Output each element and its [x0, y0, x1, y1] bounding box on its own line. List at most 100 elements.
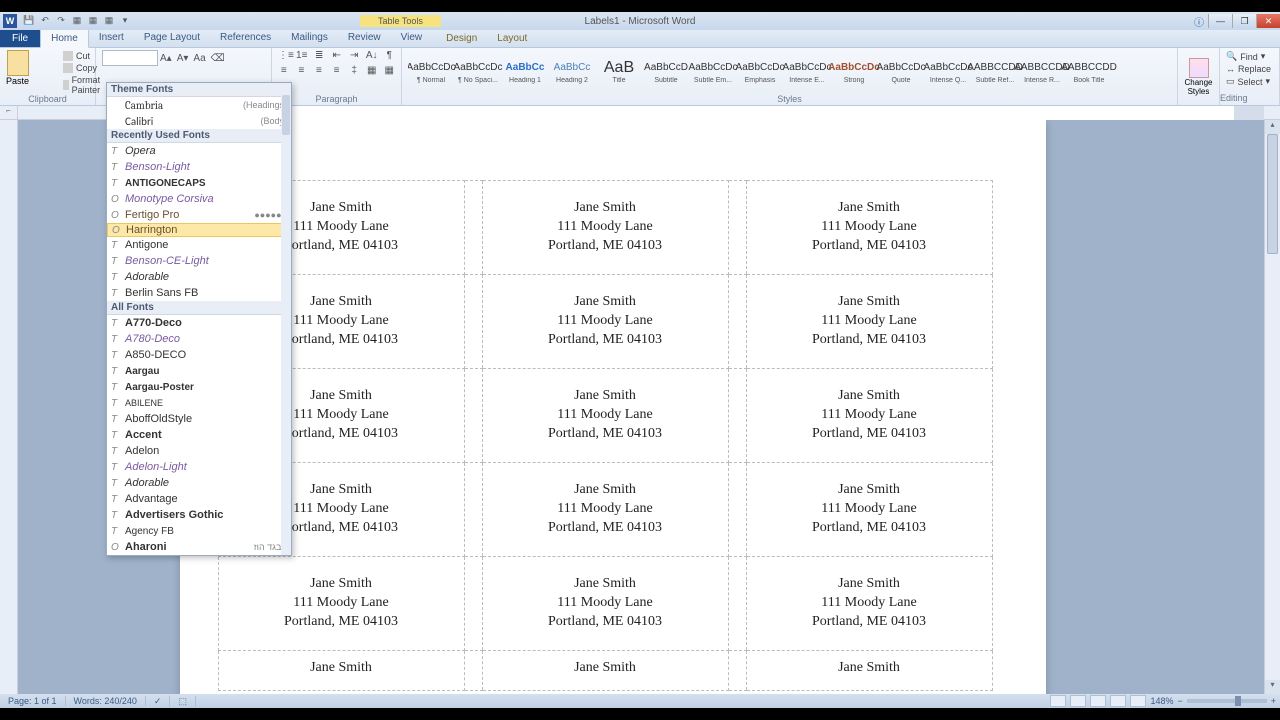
font-option[interactable]: TBenson-Light — [107, 159, 291, 175]
label-cell[interactable]: Jane Smith111 Moody LanePortland, ME 041… — [482, 369, 728, 463]
scroll-up-icon[interactable]: ▴ — [1265, 120, 1280, 134]
font-option[interactable]: TAdorable — [107, 475, 291, 491]
redo-icon[interactable]: ↷ — [55, 15, 67, 27]
tab-layout[interactable]: Layout — [487, 30, 537, 47]
shading-button[interactable]: ▦ — [366, 65, 378, 77]
bullets-button[interactable]: ⋮≡ — [278, 50, 290, 62]
file-tab[interactable]: File — [0, 30, 40, 47]
qat-icon[interactable]: ▦ — [87, 15, 99, 27]
font-option[interactable]: TA780-Deco — [107, 331, 291, 347]
replace-button[interactable]: ↔Replace — [1226, 63, 1273, 75]
word-count[interactable]: Words: 240/240 — [66, 696, 146, 706]
paste-button[interactable]: Paste — [6, 50, 29, 96]
style-item[interactable]: AABBCCDDIntense R... — [1019, 50, 1065, 92]
proofing-icon[interactable]: ✓ — [146, 696, 171, 707]
maximize-button[interactable]: ❐ — [1232, 14, 1256, 28]
font-option[interactable]: TAargau-Poster — [107, 379, 291, 395]
minimize-button[interactable]: — — [1208, 14, 1232, 28]
select-button[interactable]: ▭Select ▾ — [1226, 75, 1273, 88]
label-cell[interactable]: Jane Smith111 Moody LanePortland, ME 041… — [746, 369, 992, 463]
numbering-button[interactable]: 1≡ — [296, 50, 307, 62]
scroll-down-icon[interactable]: ▾ — [1265, 680, 1280, 694]
insert-mode[interactable]: ⬚ — [170, 696, 196, 707]
label-cell[interactable]: Jane Smith111 Moody LanePortland, ME 041… — [746, 275, 992, 369]
font-option[interactable]: TAdvantage — [107, 491, 291, 507]
zoom-level[interactable]: 148% — [1150, 696, 1173, 706]
font-option[interactable]: OAharoniאבגד הוז — [107, 539, 291, 555]
change-styles-button[interactable]: Change Styles — [1178, 48, 1220, 105]
label-cell[interactable]: Jane Smith — [746, 651, 992, 691]
borders-button[interactable]: ▦ — [383, 65, 395, 77]
label-cell[interactable]: Jane Smith111 Moody LanePortland, ME 041… — [218, 557, 464, 651]
font-option[interactable]: TABILENE — [107, 395, 291, 411]
zoom-in-button[interactable]: + — [1271, 696, 1276, 706]
font-option[interactable]: TAdelon — [107, 443, 291, 459]
justify-button[interactable]: ≡ — [331, 65, 343, 77]
style-item[interactable]: AABBCCDDSubtle Ref... — [972, 50, 1018, 92]
font-option[interactable]: TOpera — [107, 143, 291, 159]
label-cell[interactable]: Jane Smith — [218, 651, 464, 691]
align-center-button[interactable]: ≡ — [296, 65, 308, 77]
style-item[interactable]: AaBbCcDcIntense Q... — [925, 50, 971, 92]
font-option[interactable]: TAdorable — [107, 269, 291, 285]
label-cell[interactable]: Jane Smith111 Moody LanePortland, ME 041… — [746, 181, 992, 275]
increase-indent-button[interactable]: ⇥ — [348, 50, 359, 62]
style-item[interactable]: AaBbCcDcQuote — [878, 50, 924, 92]
font-option[interactable]: TANTIGONECAPS — [107, 175, 291, 191]
outline-view[interactable] — [1110, 695, 1126, 707]
quick-access-toolbar[interactable]: 💾 ↶ ↷ ▦ ▦ ▦ ▾ — [23, 15, 131, 27]
font-option[interactable]: TAgency FB — [107, 523, 291, 539]
font-option[interactable]: TAdelon-Light — [107, 459, 291, 475]
zoom-out-button[interactable]: − — [1177, 696, 1182, 706]
scrollbar-thumb[interactable] — [1267, 134, 1278, 254]
change-case-button[interactable]: Aa — [193, 53, 205, 64]
align-right-button[interactable]: ≡ — [313, 65, 325, 77]
tab-review[interactable]: Review — [338, 29, 391, 47]
label-cell[interactable]: Jane Smith111 Moody LanePortland, ME 041… — [746, 463, 992, 557]
page[interactable]: Jane Smith111 Moody LanePortland, ME 041… — [180, 120, 1046, 694]
qat-icon[interactable]: ▦ — [103, 15, 115, 27]
help-icon[interactable]: ⓘ — [1194, 14, 1204, 29]
zoom-slider[interactable] — [1187, 699, 1267, 703]
label-cell[interactable]: Jane Smith111 Moody LanePortland, ME 041… — [746, 557, 992, 651]
font-option[interactable]: TAboffOldStyle — [107, 411, 291, 427]
font-option[interactable]: TBerlin Sans FB — [107, 285, 291, 301]
font-dropdown[interactable]: Theme Fonts Cambria(Headings)Calibri(Bod… — [106, 82, 292, 556]
dropdown-scrollbar[interactable] — [281, 83, 291, 555]
font-option[interactable]: OMonotype Corsiva — [107, 191, 291, 207]
labels-table[interactable]: Jane Smith111 Moody LanePortland, ME 041… — [180, 180, 993, 691]
shrink-font-button[interactable]: A▾ — [177, 53, 189, 64]
web-layout-view[interactable] — [1090, 695, 1106, 707]
vertical-scrollbar[interactable]: ▴ ▾ — [1264, 120, 1280, 694]
tab-mailings[interactable]: Mailings — [281, 29, 338, 47]
font-option[interactable]: OFertigo Pro●●●●●● — [107, 207, 291, 223]
font-name-input[interactable] — [102, 50, 158, 66]
find-button[interactable]: 🔍Find ▾ — [1226, 50, 1273, 63]
font-option[interactable]: Calibri(Body) — [107, 113, 291, 129]
font-option[interactable]: TAntigone — [107, 237, 291, 253]
label-cell[interactable]: Jane Smith — [482, 651, 728, 691]
style-item[interactable]: AaBbCcDcIntense E... — [784, 50, 830, 92]
decrease-indent-button[interactable]: ⇤ — [331, 50, 342, 62]
style-item[interactable]: AaBbCcDcStrong — [831, 50, 877, 92]
tab-home[interactable]: Home — [40, 29, 89, 48]
font-option[interactable]: TAdvertisers Gothic — [107, 507, 291, 523]
style-item[interactable]: AaBbCcDSubtitle — [643, 50, 689, 92]
font-option[interactable]: TA850-DECO — [107, 347, 291, 363]
qat-more-icon[interactable]: ▾ — [119, 15, 131, 27]
grow-font-button[interactable]: A▴ — [160, 53, 172, 64]
print-layout-view[interactable] — [1050, 695, 1066, 707]
font-option[interactable]: TAccent — [107, 427, 291, 443]
font-option[interactable]: TA770-Deco — [107, 315, 291, 331]
show-marks-button[interactable]: ¶ — [384, 50, 395, 62]
style-item[interactable]: AaBTitle — [596, 50, 642, 92]
font-option[interactable]: TBenson-CE-Light — [107, 253, 291, 269]
style-item[interactable]: AaBbCcDc¶ Normal — [408, 50, 454, 92]
tab-view[interactable]: View — [391, 29, 433, 47]
multilevel-button[interactable]: ≣ — [313, 50, 324, 62]
style-item[interactable]: AaBbCcDc¶ No Spaci... — [455, 50, 501, 92]
style-item[interactable]: AaBbCcDcSubtle Em... — [690, 50, 736, 92]
label-cell[interactable]: Jane Smith111 Moody LanePortland, ME 041… — [482, 557, 728, 651]
styles-gallery[interactable]: AaBbCcDc¶ NormalAaBbCcDc¶ No Spaci... AaB… — [408, 50, 1171, 92]
font-option[interactable]: OHarrington — [107, 223, 291, 237]
